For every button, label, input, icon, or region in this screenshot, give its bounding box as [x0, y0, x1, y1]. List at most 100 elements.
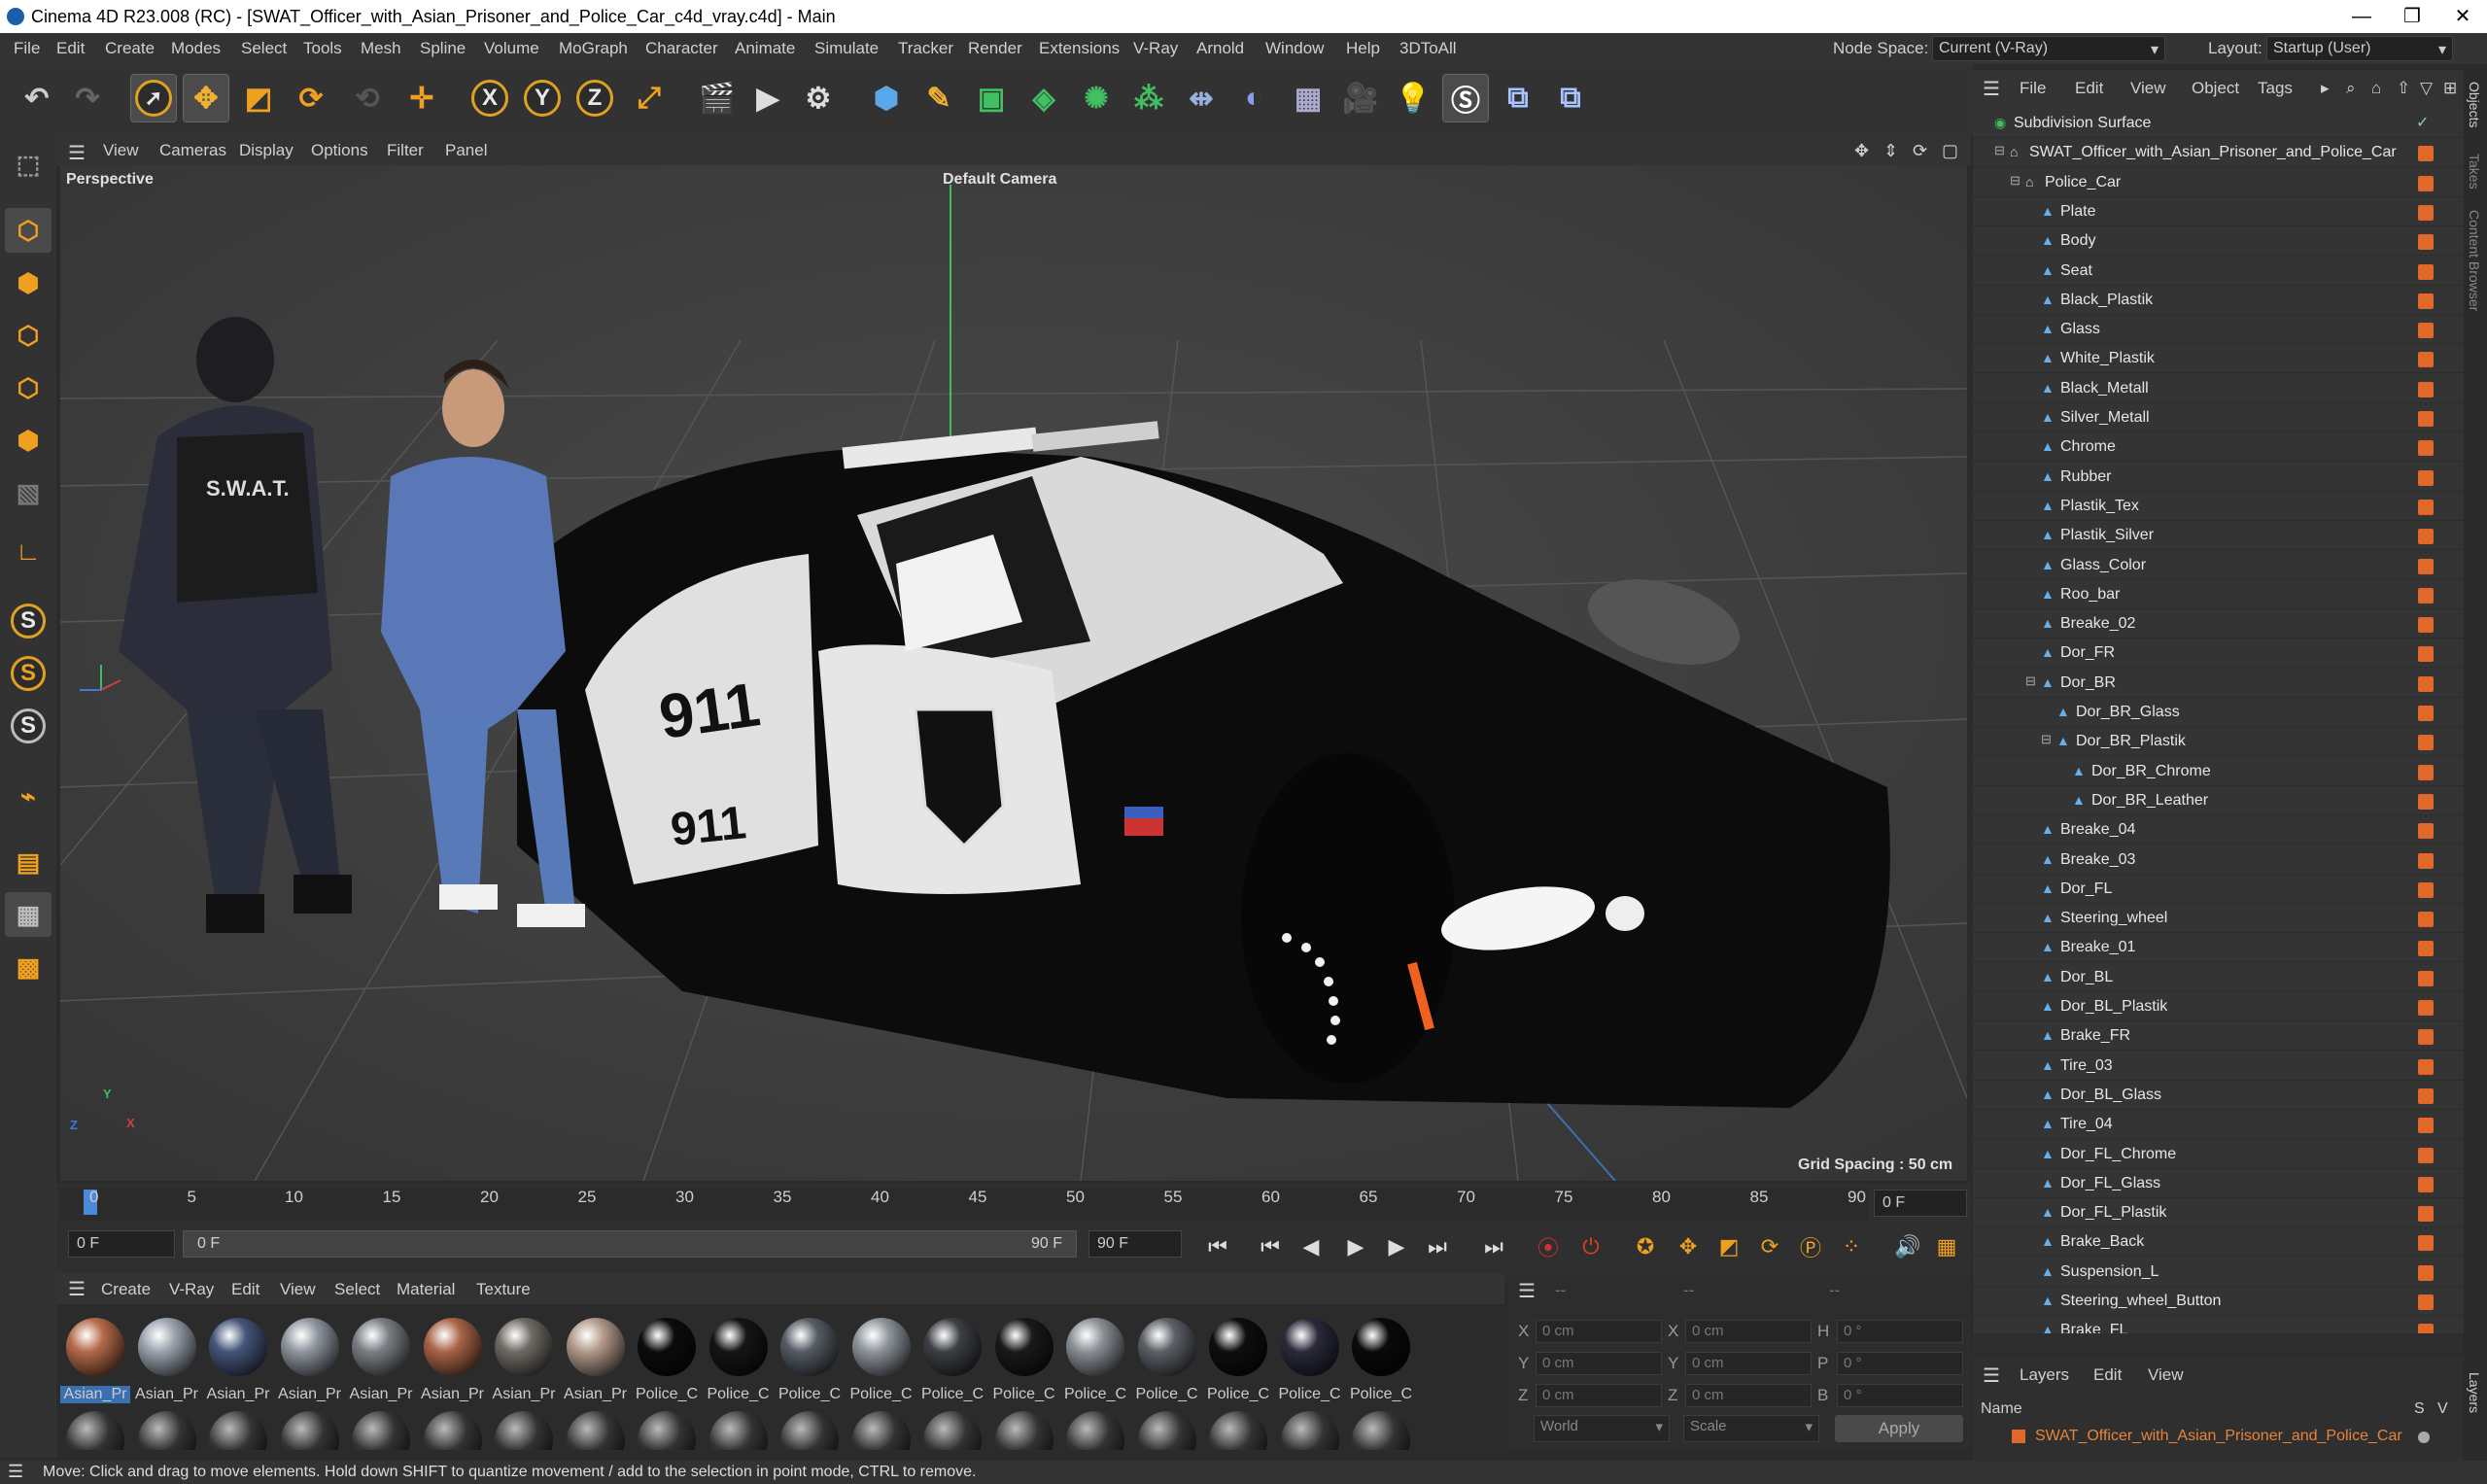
- render-picture-viewer-icon[interactable]: ▶: [744, 74, 791, 122]
- menu-mesh[interactable]: Mesh: [361, 39, 401, 58]
- texture-mode-icon[interactable]: ⬢: [5, 260, 52, 305]
- edges-mode-icon[interactable]: ⬡: [5, 365, 52, 410]
- object-row[interactable]: ▲ Dor_BL: [1973, 963, 2464, 992]
- menu-help[interactable]: Help: [1346, 39, 1380, 58]
- object-row[interactable]: ▲ Chrome: [1973, 432, 2464, 463]
- hamburger-icon[interactable]: ☰: [1983, 77, 2000, 101]
- close-button[interactable]: ✕: [2434, 2, 2487, 31]
- material-menu-create[interactable]: Create: [101, 1280, 151, 1299]
- material-thumbnail[interactable]: Police_C: [1132, 1312, 1202, 1419]
- viewport-menu-cameras[interactable]: Cameras: [159, 141, 226, 160]
- layer-menu-layers[interactable]: Layers: [2020, 1365, 2069, 1385]
- object-row[interactable]: ▲ Dor_FL_Glass: [1973, 1169, 2464, 1198]
- coord-scale-select[interactable]: Scale ▾: [1683, 1415, 1819, 1442]
- key-rotation-icon[interactable]: ⟳: [1753, 1230, 1786, 1263]
- side-tab-layers[interactable]: Layers: [2467, 1372, 2482, 1413]
- menu-render[interactable]: Render: [968, 39, 1022, 58]
- home-icon[interactable]: ⌂: [2371, 79, 2381, 98]
- expand-collapse-icon[interactable]: ⊟: [1994, 143, 2005, 158]
- material-tag-icon[interactable]: [2418, 1087, 2434, 1104]
- coord-value-field[interactable]: 0 °: [1837, 1352, 1963, 1375]
- material-thumbnail[interactable]: Asian_Pr: [561, 1312, 631, 1419]
- object-menu-tags[interactable]: Tags: [2258, 79, 2293, 98]
- layer-menu-edit[interactable]: Edit: [2093, 1365, 2122, 1385]
- material-tag-icon[interactable]: [2418, 1235, 2434, 1252]
- object-row[interactable]: ▲ Dor_BR_Leather: [1973, 786, 2464, 815]
- material-thumbnail[interactable]: Asian_Pr: [275, 1312, 345, 1419]
- object-row[interactable]: ▲ Breake_04: [1973, 815, 2464, 846]
- object-row[interactable]: ▲ Glass: [1973, 315, 2464, 345]
- material-thumbnail[interactable]: Police_C: [1203, 1312, 1273, 1419]
- material-tag-icon[interactable]: [2418, 852, 2434, 869]
- material-tag-icon[interactable]: [2418, 1000, 2434, 1016]
- previous-key-icon[interactable]: ⏮: [1254, 1230, 1287, 1263]
- snap-settings-button[interactable]: S: [5, 651, 52, 696]
- field-icon[interactable]: ◐: [1230, 74, 1277, 122]
- polygons-mode-icon[interactable]: ⬢: [5, 418, 52, 463]
- coord-value-field[interactable]: 0 cm: [1685, 1320, 1812, 1343]
- coord-mode-select[interactable]: World ▾: [1534, 1415, 1670, 1442]
- material-menu-edit[interactable]: Edit: [231, 1280, 259, 1299]
- material-thumbnail[interactable]: Asian_Pr: [418, 1312, 488, 1419]
- python-script-icon[interactable]: ⧉: [1547, 74, 1594, 122]
- object-row[interactable]: ▲ Silver_Metall: [1973, 403, 2464, 432]
- coord-value-field[interactable]: 0 cm: [1536, 1320, 1662, 1343]
- material-tag-icon[interactable]: [2418, 1058, 2434, 1075]
- material-tag-icon[interactable]: [2418, 675, 2434, 692]
- object-row[interactable]: ▲ Breake_01: [1973, 933, 2464, 963]
- filter-icon[interactable]: ▽: [2420, 79, 2433, 98]
- rotate-tool-icon[interactable]: ⟳: [288, 74, 334, 122]
- object-menu-file[interactable]: File: [2020, 79, 2046, 98]
- menu-volume[interactable]: Volume: [484, 39, 539, 58]
- menu-edit[interactable]: Edit: [56, 39, 85, 58]
- material-tag-icon[interactable]: [2418, 381, 2434, 397]
- node-space-select[interactable]: Current (V-Ray) ▾: [1932, 36, 2165, 61]
- material-tag-icon[interactable]: [2418, 617, 2434, 634]
- material-tag-icon[interactable]: [2418, 706, 2434, 721]
- coord-value-field[interactable]: 0 °: [1837, 1384, 1963, 1407]
- material-thumbnail[interactable]: Asian_Pr: [346, 1312, 416, 1419]
- object-row[interactable]: ▲ Plate: [1973, 197, 2464, 226]
- mograph-icon[interactable]: ⁂: [1125, 74, 1172, 122]
- redo-icon[interactable]: ↷: [64, 74, 111, 122]
- object-row[interactable]: ▲ Black_Metall: [1973, 374, 2464, 403]
- object-row[interactable]: ◉ Subdivision Surface ✓: [1973, 109, 2464, 138]
- menu-spline[interactable]: Spline: [420, 39, 466, 58]
- menu-vray[interactable]: V-Ray: [1133, 39, 1178, 58]
- magnet-icon[interactable]: ⌁: [5, 774, 52, 818]
- camera-icon[interactable]: 🎥: [1337, 74, 1384, 122]
- material-tag-icon[interactable]: [2418, 587, 2434, 604]
- material-tag-icon[interactable]: [2418, 411, 2434, 427]
- key-scale-icon[interactable]: ◩: [1712, 1230, 1745, 1263]
- uv-mode-icon[interactable]: ▧: [5, 470, 52, 515]
- material-tag-icon[interactable]: [2418, 352, 2434, 368]
- hamburger-icon[interactable]: ☰: [1518, 1279, 1536, 1303]
- object-row[interactable]: ▲ Breake_03: [1973, 846, 2464, 875]
- material-tag-icon[interactable]: [2418, 558, 2434, 574]
- material-tag-icon[interactable]: [2418, 1029, 2434, 1046]
- menu-arnold[interactable]: Arnold: [1196, 39, 1244, 58]
- hamburger-icon[interactable]: ☰: [68, 1277, 86, 1301]
- object-tree-scrollbar[interactable]: [1973, 1333, 2464, 1353]
- hamburger-icon[interactable]: ☰: [1983, 1363, 2000, 1388]
- object-row[interactable]: ▲ Dor_BL_Plastik: [1973, 992, 2464, 1021]
- maximize-button[interactable]: ❐: [2383, 2, 2441, 31]
- enabled-check-icon[interactable]: ✓: [2416, 113, 2429, 132]
- menu-create[interactable]: Create: [105, 39, 155, 58]
- material-menu-vray[interactable]: V-Ray: [169, 1280, 214, 1299]
- material-tag-icon[interactable]: [2418, 646, 2434, 663]
- rotate-view-icon[interactable]: ⟳: [1913, 141, 1927, 161]
- layer-color-swatch[interactable]: [2012, 1430, 2025, 1443]
- viewport-camera-label[interactable]: Default Camera: [943, 171, 1056, 189]
- material-tag-icon[interactable]: [2418, 881, 2434, 898]
- menu-mograph[interactable]: MoGraph: [559, 39, 628, 58]
- material-menu-select[interactable]: Select: [334, 1280, 380, 1299]
- vertex-snap-button[interactable]: S: [5, 704, 52, 748]
- material-menu-texture[interactable]: Texture: [476, 1280, 531, 1299]
- expand-collapse-icon[interactable]: ⊟: [2041, 732, 2052, 747]
- material-tag-icon[interactable]: [2418, 941, 2434, 957]
- workplane-icon[interactable]: ∟: [5, 529, 52, 573]
- material-thumbnail[interactable]: Police_C: [917, 1312, 987, 1419]
- chevron-right-icon[interactable]: ▸: [2321, 79, 2330, 98]
- material-thumbnail[interactable]: Police_C: [1275, 1312, 1345, 1419]
